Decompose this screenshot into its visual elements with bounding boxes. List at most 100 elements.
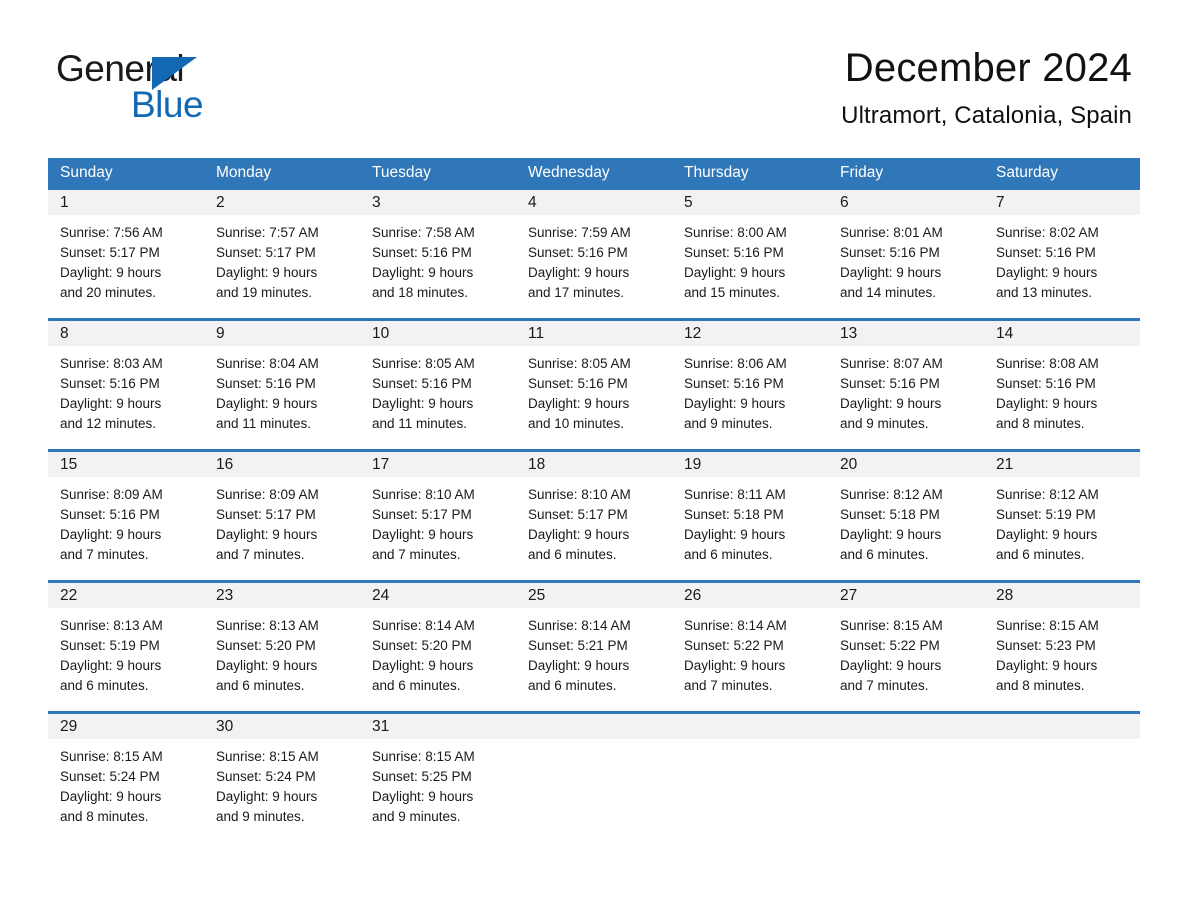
day-cell[interactable]: 23 Sunrise: 8:13 AM Sunset: 5:20 PM Dayligh…: [204, 583, 360, 711]
daylight-duration-line1: Daylight: 9 hours: [840, 527, 942, 542]
daylight-duration-line2: and 7 minutes.: [216, 547, 305, 562]
sunset-time: Sunset: 5:17 PM: [528, 507, 628, 522]
day-cell[interactable]: 11 Sunrise: 8:05 AM Sunset: 5:16 PM Dayligh…: [516, 321, 672, 449]
location-subtitle: Ultramort, Catalonia, Spain: [841, 102, 1132, 129]
sunset-time: Sunset: 5:16 PM: [216, 376, 316, 391]
daylight-duration-line2: and 7 minutes.: [684, 678, 773, 693]
day-number: 14: [996, 325, 1014, 342]
day-number-band: 3: [360, 190, 516, 215]
day-cell[interactable]: 6 Sunrise: 8:01 AM Sunset: 5:16 PM Daylight…: [828, 190, 984, 318]
day-cell[interactable]: 8 Sunrise: 8:03 AM Sunset: 5:16 PM Daylight…: [48, 321, 204, 449]
day-cell[interactable]: 4 Sunrise: 7:59 AM Sunset: 5:16 PM Daylight…: [516, 190, 672, 318]
daylight-duration-line2: and 8 minutes.: [996, 416, 1085, 431]
day-cell[interactable]: 1 Sunrise: 7:56 AM Sunset: 5:17 PM Daylight…: [48, 190, 204, 318]
day-details: Sunrise: 8:15 AM Sunset: 5:24 PM Daylight:…: [48, 739, 204, 827]
day-cell[interactable]: 22 Sunrise: 8:13 AM Sunset: 5:19 PM Dayligh…: [48, 583, 204, 711]
daylight-duration-line2: and 17 minutes.: [528, 285, 625, 300]
daylight-duration-line1: Daylight: 9 hours: [216, 396, 318, 411]
day-number-band: 9: [204, 321, 360, 346]
day-number-band: 29: [48, 714, 204, 739]
sunset-time: Sunset: 5:16 PM: [60, 376, 160, 391]
sunset-time: Sunset: 5:17 PM: [216, 245, 316, 260]
sunrise-time: Sunrise: 8:07 AM: [840, 356, 943, 371]
daylight-duration-line1: Daylight: 9 hours: [60, 527, 162, 542]
sunrise-time: Sunrise: 8:01 AM: [840, 225, 943, 240]
daylight-duration-line2: and 13 minutes.: [996, 285, 1093, 300]
sunrise-time: Sunrise: 7:57 AM: [216, 225, 319, 240]
sunset-time: Sunset: 5:16 PM: [528, 376, 628, 391]
general-blue-logo[interactable]: General Blue: [56, 50, 316, 123]
day-cell-empty: [828, 714, 984, 842]
day-cell[interactable]: 5 Sunrise: 8:00 AM Sunset: 5:16 PM Daylight…: [672, 190, 828, 318]
sunset-time: Sunset: 5:16 PM: [684, 376, 784, 391]
sunset-time: Sunset: 5:22 PM: [684, 638, 784, 653]
day-cell[interactable]: 15 Sunrise: 8:09 AM Sunset: 5:16 PM Dayligh…: [48, 452, 204, 580]
day-details: Sunrise: 8:04 AM Sunset: 5:16 PM Daylight:…: [204, 346, 360, 434]
sunset-time: Sunset: 5:17 PM: [372, 507, 472, 522]
daylight-duration-line1: Daylight: 9 hours: [216, 658, 318, 673]
day-cell[interactable]: 17 Sunrise: 8:10 AM Sunset: 5:17 PM Dayligh…: [360, 452, 516, 580]
sunset-time: Sunset: 5:16 PM: [528, 245, 628, 260]
sunrise-time: Sunrise: 8:08 AM: [996, 356, 1099, 371]
page-title: December 2024: [844, 46, 1132, 90]
daylight-duration-line1: Daylight: 9 hours: [684, 527, 786, 542]
day-details: Sunrise: 8:02 AM Sunset: 5:16 PM Daylight:…: [984, 215, 1140, 303]
weekday-header-sunday: Sunday: [60, 164, 113, 181]
day-cell[interactable]: 24 Sunrise: 8:14 AM Sunset: 5:20 PM Dayligh…: [360, 583, 516, 711]
day-cell[interactable]: 9 Sunrise: 8:04 AM Sunset: 5:16 PM Daylight…: [204, 321, 360, 449]
sunrise-time: Sunrise: 8:03 AM: [60, 356, 163, 371]
day-cell[interactable]: 20 Sunrise: 8:12 AM Sunset: 5:18 PM Dayligh…: [828, 452, 984, 580]
calendar-page: General Blue December 2024 Ultramort, Ca…: [0, 0, 1188, 918]
day-number-band: 18: [516, 452, 672, 477]
daylight-duration-line2: and 6 minutes.: [528, 678, 617, 693]
day-cell[interactable]: 31 Sunrise: 8:15 AM Sunset: 5:25 PM Dayligh…: [360, 714, 516, 842]
sunrise-time: Sunrise: 8:14 AM: [372, 618, 475, 633]
day-number: 5: [684, 194, 693, 211]
daylight-duration-line1: Daylight: 9 hours: [528, 658, 630, 673]
day-cell[interactable]: 7 Sunrise: 8:02 AM Sunset: 5:16 PM Daylight…: [984, 190, 1140, 318]
day-cell[interactable]: 2 Sunrise: 7:57 AM Sunset: 5:17 PM Daylight…: [204, 190, 360, 318]
daylight-duration-line1: Daylight: 9 hours: [528, 527, 630, 542]
sunrise-time: Sunrise: 8:14 AM: [528, 618, 631, 633]
day-cell[interactable]: 30 Sunrise: 8:15 AM Sunset: 5:24 PM Dayligh…: [204, 714, 360, 842]
daylight-duration-line1: Daylight: 9 hours: [372, 789, 474, 804]
sunrise-time: Sunrise: 8:15 AM: [996, 618, 1099, 633]
day-number: 24: [372, 587, 390, 604]
sunset-time: Sunset: 5:16 PM: [840, 245, 940, 260]
day-cell[interactable]: 13 Sunrise: 8:07 AM Sunset: 5:16 PM Dayligh…: [828, 321, 984, 449]
weekday-header-friday: Friday: [840, 164, 884, 181]
day-cell[interactable]: 3 Sunrise: 7:58 AM Sunset: 5:16 PM Daylight…: [360, 190, 516, 318]
day-number: 29: [60, 718, 78, 735]
day-cell[interactable]: 27 Sunrise: 8:15 AM Sunset: 5:22 PM Dayligh…: [828, 583, 984, 711]
day-cell[interactable]: 25 Sunrise: 8:14 AM Sunset: 5:21 PM Dayligh…: [516, 583, 672, 711]
day-cell[interactable]: 14 Sunrise: 8:08 AM Sunset: 5:16 PM Dayligh…: [984, 321, 1140, 449]
daylight-duration-line1: Daylight: 9 hours: [528, 265, 630, 280]
day-number-band: 5: [672, 190, 828, 215]
day-cell[interactable]: 26 Sunrise: 8:14 AM Sunset: 5:22 PM Dayligh…: [672, 583, 828, 711]
daylight-duration-line1: Daylight: 9 hours: [996, 658, 1098, 673]
day-number-band: 26: [672, 583, 828, 608]
day-cell[interactable]: 29 Sunrise: 8:15 AM Sunset: 5:24 PM Dayligh…: [48, 714, 204, 842]
sunrise-time: Sunrise: 8:12 AM: [840, 487, 943, 502]
day-cell[interactable]: 16 Sunrise: 8:09 AM Sunset: 5:17 PM Dayligh…: [204, 452, 360, 580]
day-details: Sunrise: 8:07 AM Sunset: 5:16 PM Daylight:…: [828, 346, 984, 434]
day-details: Sunrise: 8:00 AM Sunset: 5:16 PM Daylight:…: [672, 215, 828, 303]
day-number: 26: [684, 587, 702, 604]
day-cell[interactable]: 28 Sunrise: 8:15 AM Sunset: 5:23 PM Dayligh…: [984, 583, 1140, 711]
day-details: Sunrise: 8:10 AM Sunset: 5:17 PM Daylight:…: [516, 477, 672, 565]
day-number-band: 7: [984, 190, 1140, 215]
daylight-duration-line2: and 6 minutes.: [216, 678, 305, 693]
day-number-band: 15: [48, 452, 204, 477]
day-cell[interactable]: 18 Sunrise: 8:10 AM Sunset: 5:17 PM Dayligh…: [516, 452, 672, 580]
calendar-week-body: 1 Sunrise: 7:56 AM Sunset: 5:17 PM Daylight…: [48, 187, 1140, 842]
day-number-band: 17: [360, 452, 516, 477]
day-cell[interactable]: 19 Sunrise: 8:11 AM Sunset: 5:18 PM Dayligh…: [672, 452, 828, 580]
day-details: Sunrise: 8:05 AM Sunset: 5:16 PM Daylight:…: [360, 346, 516, 434]
sunset-time: Sunset: 5:19 PM: [60, 638, 160, 653]
daylight-duration-line2: and 7 minutes.: [372, 547, 461, 562]
day-cell[interactable]: 21 Sunrise: 8:12 AM Sunset: 5:19 PM Dayligh…: [984, 452, 1140, 580]
day-number: 2: [216, 194, 225, 211]
day-cell[interactable]: 12 Sunrise: 8:06 AM Sunset: 5:16 PM Dayligh…: [672, 321, 828, 449]
day-cell[interactable]: 10 Sunrise: 8:05 AM Sunset: 5:16 PM Dayligh…: [360, 321, 516, 449]
day-number-band: 12: [672, 321, 828, 346]
